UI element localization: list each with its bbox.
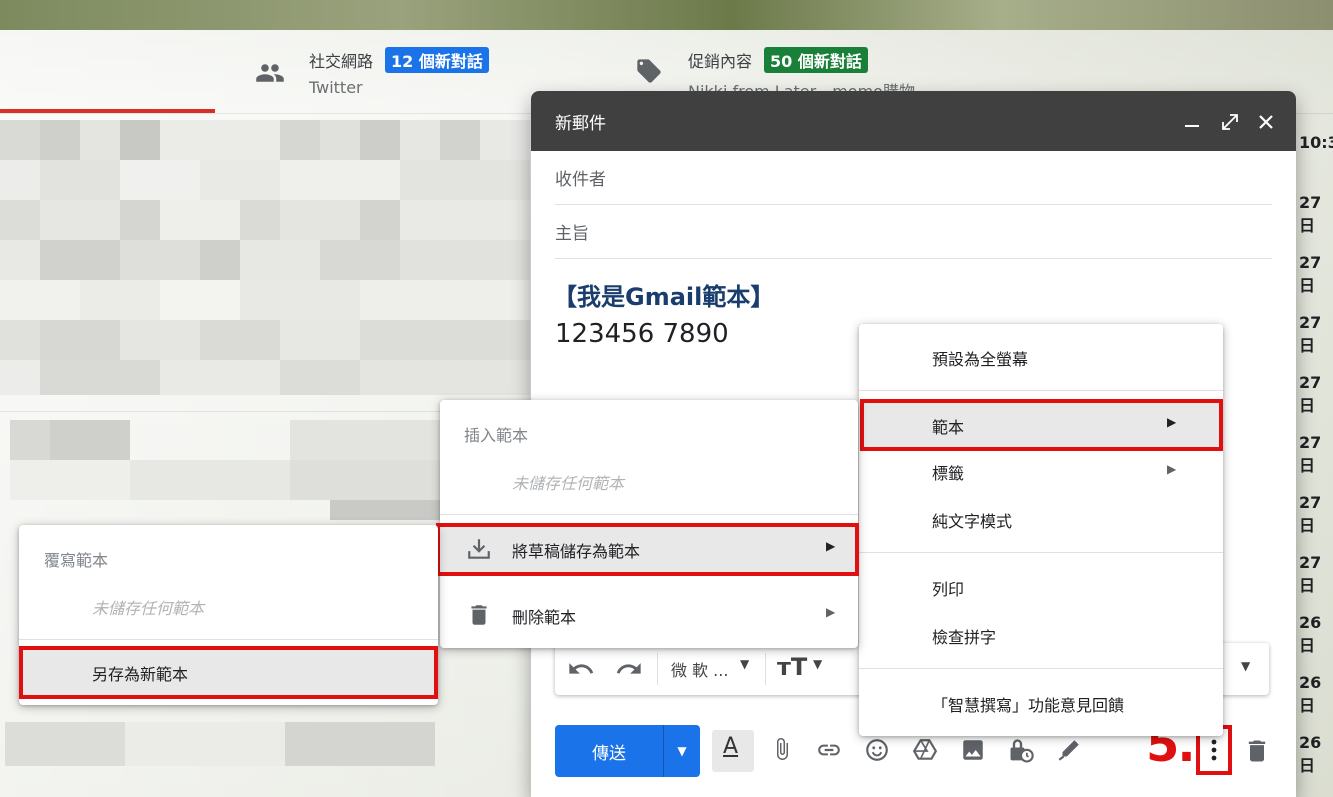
blurred-email-rows-3	[5, 722, 435, 766]
minimize-icon[interactable]	[1185, 125, 1199, 127]
delete-template-label: 刪除範本	[512, 608, 577, 627]
save-as-new-highlight	[19, 646, 438, 699]
trash-icon[interactable]	[1243, 737, 1271, 765]
promotions-badge: 50 個新對話	[764, 47, 868, 73]
chevron-down-icon: ▼	[813, 657, 823, 671]
photo-icon[interactable]	[958, 737, 988, 769]
more-options-icon[interactable]	[1202, 735, 1226, 765]
date-label: 26日	[1299, 733, 1322, 775]
menu-item-spellcheck[interactable]: 檢查拼字	[932, 624, 996, 648]
menu-item-print[interactable]: 列印	[932, 576, 964, 600]
date-label: 27日	[1299, 553, 1322, 595]
save-template-submenu: 覆寫範本 未儲存任何範本 另存為新範本	[19, 525, 438, 705]
to-field[interactable]: 收件者	[555, 165, 606, 190]
insert-template-header: 插入範本	[464, 426, 529, 445]
body-number[interactable]: 123456 7890	[555, 319, 729, 349]
templates-highlight	[860, 399, 1223, 451]
drive-icon[interactable]	[910, 737, 940, 769]
text-color-icon[interactable]: A	[712, 730, 754, 772]
blurred-email-rows	[0, 120, 530, 395]
people-icon	[255, 58, 285, 88]
field-divider	[555, 258, 1272, 259]
chevron-down-icon: ▼	[740, 657, 750, 671]
undo-icon[interactable]	[567, 655, 595, 683]
menu-item-labels-label: 標籤	[932, 464, 965, 483]
date-label: 27日	[1299, 313, 1322, 355]
date-column: 10:39 27日 27日 27日 27日 27日 27日 27日 26日 26…	[1299, 128, 1333, 775]
tab-social[interactable]: 社交網路 12 個新對話	[309, 47, 629, 73]
compose-header: 新郵件	[531, 91, 1296, 151]
delete-template[interactable]: 刪除範本 ▶	[440, 590, 858, 640]
menu-separator	[859, 668, 1223, 669]
send-options-icon[interactable]: ▼	[664, 725, 700, 777]
trash-icon	[466, 602, 492, 628]
link-icon[interactable]	[814, 737, 844, 769]
menu-item-smart-compose-feedback[interactable]: 「智慧撰寫」功能意見回饋	[932, 692, 1124, 716]
attach-icon[interactable]	[767, 737, 797, 767]
menu-separator	[859, 390, 1223, 391]
font-size-icon[interactable]: ᴛT	[777, 653, 807, 681]
tag-icon	[635, 57, 663, 85]
font-select[interactable]: 微 軟 ...	[671, 657, 728, 681]
insert-template-empty: 未儲存任何範本	[512, 474, 625, 493]
theme-banner	[0, 0, 1333, 30]
subject-field[interactable]: 主旨	[555, 219, 589, 244]
more-options-menu: 預設為全螢幕 範本 ▶ 標籤 ▶ 純文字模式 列印 檢查拼字 「智慧撰寫」功能意…	[859, 324, 1223, 736]
field-divider	[555, 204, 1272, 205]
emoji-icon[interactable]	[862, 737, 892, 769]
menu-item-labels[interactable]: 標籤 ▶	[859, 450, 1223, 494]
blurred-email-rows-2	[10, 420, 440, 520]
tab-social-sub: Twitter	[309, 78, 363, 97]
date-label: 27日	[1299, 193, 1322, 235]
tab-promotions-label: 促銷內容	[688, 52, 753, 71]
tab-social-label: 社交網路	[309, 52, 374, 71]
save-draft-highlight	[436, 523, 859, 576]
overwrite-template-empty: 未儲存任何範本	[92, 599, 205, 618]
chevron-right-icon: ▶	[826, 605, 836, 619]
more-formatting-icon[interactable]: ▼	[1241, 659, 1250, 673]
menu-separator	[440, 514, 858, 515]
date-label: 26日	[1299, 613, 1322, 655]
date-label: 27日	[1299, 433, 1322, 475]
overwrite-template-header: 覆寫範本	[44, 551, 109, 570]
templates-submenu: 插入範本 未儲存任何範本 將草稿儲存為範本 ▶ 刪除範本 ▶	[436, 400, 859, 648]
close-icon[interactable]	[1255, 111, 1277, 133]
expand-icon[interactable]	[1219, 111, 1241, 133]
tab-promotions[interactable]: 促銷內容 50 個新對話	[688, 47, 988, 73]
date-label: 26日	[1299, 673, 1322, 715]
toolbar-divider	[657, 653, 658, 685]
menu-separator	[19, 639, 438, 640]
chevron-right-icon: ▶	[1167, 462, 1177, 476]
date-label: 27日	[1299, 253, 1322, 295]
menu-separator	[859, 552, 1223, 553]
send-button-group: 傳送 ▼	[555, 725, 700, 777]
menu-item-fullscreen[interactable]: 預設為全螢幕	[932, 346, 1028, 370]
toolbar-divider	[765, 653, 766, 685]
menu-item-plain-text[interactable]: 純文字模式	[932, 508, 1012, 532]
social-badge: 12 個新對話	[385, 47, 489, 73]
redo-icon[interactable]	[615, 655, 643, 683]
body-title[interactable]: 【我是Gmail範本】	[553, 277, 774, 312]
date-label: 10:39	[1299, 133, 1333, 152]
signature-icon[interactable]	[1054, 737, 1084, 769]
date-label: 27日	[1299, 373, 1322, 415]
send-button[interactable]: 傳送	[555, 725, 663, 777]
confidential-mode-icon[interactable]	[1006, 737, 1036, 771]
compose-title: 新郵件	[555, 114, 606, 134]
date-label: 27日	[1299, 493, 1322, 535]
